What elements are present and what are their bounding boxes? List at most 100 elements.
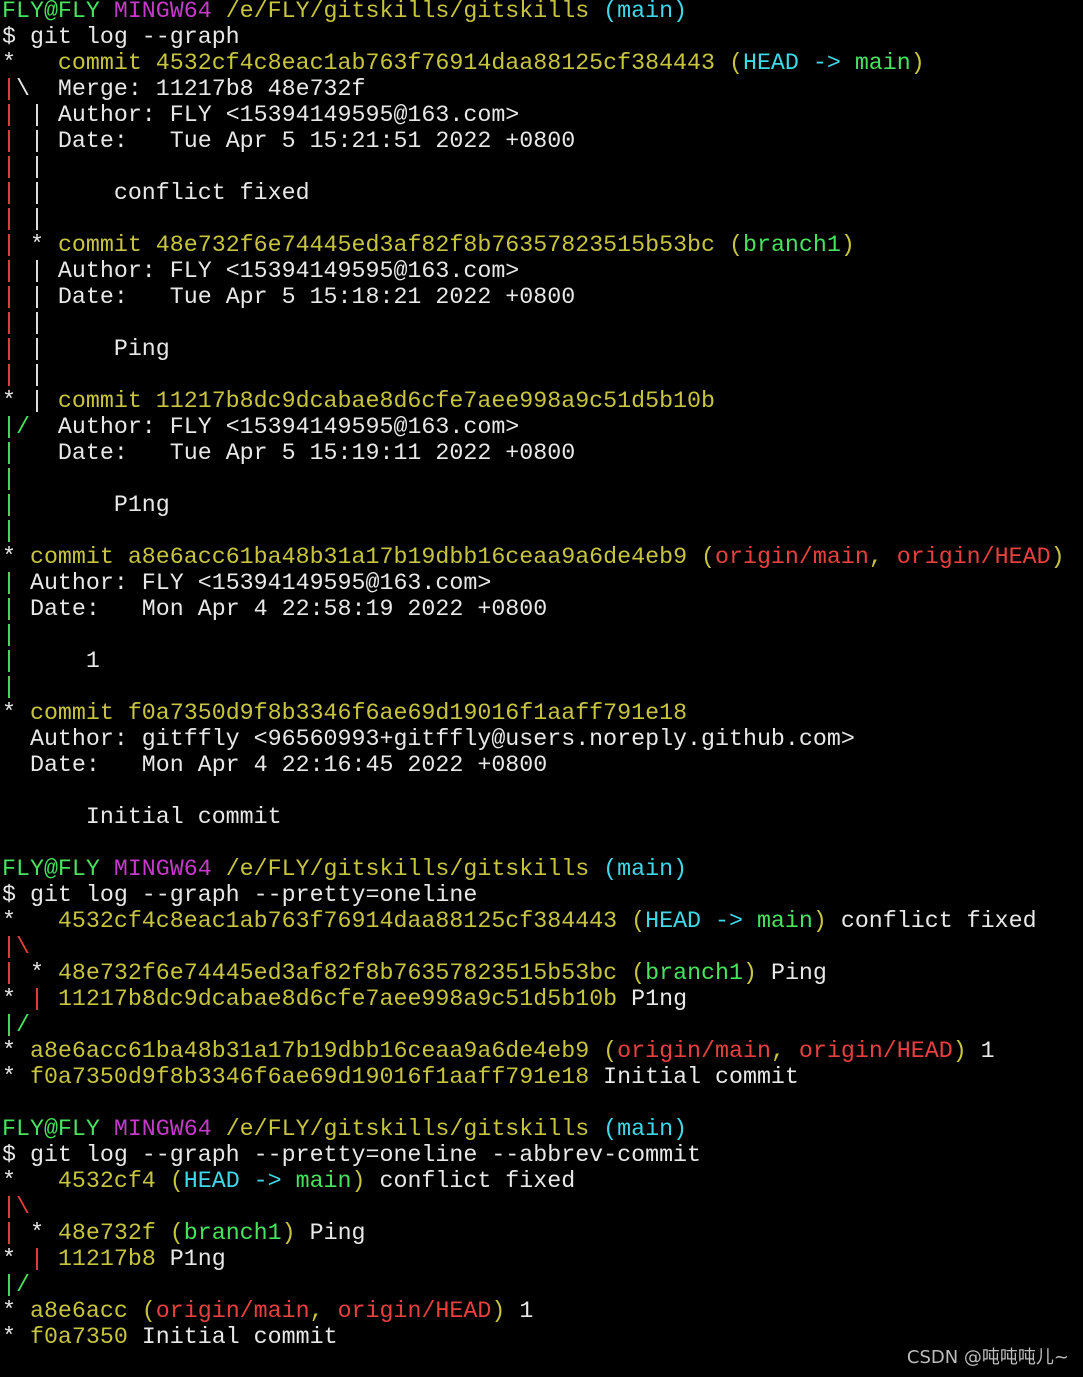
terminal-line: | |	[2, 362, 1083, 388]
terminal-text-segment: HEAD ->	[645, 908, 757, 934]
terminal-text-segment: )	[743, 960, 757, 986]
terminal-line: |/ Author: FLY <15394149595@163.com>	[2, 414, 1083, 440]
terminal-text-segment: 1	[505, 1298, 534, 1324]
terminal-text-segment: *	[2, 1298, 30, 1324]
terminal-line: | Date: Mon Apr 4 22:58:19 2022 +0800	[2, 596, 1083, 622]
terminal-text-segment: Date: Mon Apr 4 22:16:45 2022 +0800	[2, 752, 548, 778]
terminal-text-segment: MINGW64	[113, 1116, 226, 1142]
terminal-text-segment: |	[2, 180, 16, 206]
terminal-text-segment: |\	[2, 934, 30, 960]
terminal-text-segment: |	[2, 310, 16, 336]
terminal-text-segment: FLY@FLY	[2, 0, 114, 24]
terminal-text-segment: |	[29, 986, 44, 1012]
terminal-text-segment: origin/main	[617, 1038, 771, 1064]
terminal-line: | * 48e732f (branch1) Ping	[2, 1220, 1083, 1246]
terminal-text-segment: *	[2, 986, 30, 1012]
terminal-text-segment: f0a7350	[29, 1324, 128, 1350]
terminal-text-segment: HEAD ->	[183, 1168, 296, 1194]
terminal-text-segment: 11217b8	[57, 1246, 156, 1272]
terminal-text-segment: |	[2, 492, 16, 518]
terminal-text-segment: ,	[309, 1298, 338, 1324]
terminal-line: | | conflict fixed	[2, 180, 1083, 206]
terminal-text-segment: |	[2, 960, 16, 986]
terminal-text-segment: P1ng	[155, 1246, 226, 1272]
terminal-line: |	[2, 518, 1083, 544]
terminal-text-segment: \ Merge: 11217b8 48e732f	[15, 76, 366, 102]
terminal-line: FLY@FLY MINGW64 /e/FLY/gitskills/gitskil…	[2, 0, 1083, 24]
terminal-line: |/	[2, 1012, 1083, 1038]
terminal-line: $ git log --graph --pretty=oneline	[2, 882, 1083, 908]
terminal-line: FLY@FLY MINGW64 /e/FLY/gitskills/gitskil…	[2, 856, 1083, 882]
terminal-text-segment: commit 48e732f6e74445ed3af82f8b763578235…	[57, 232, 743, 258]
terminal-text-segment: | Date: Tue Apr 5 15:18:21 2022 +0800	[15, 284, 576, 310]
terminal-text-segment: MINGW64	[113, 0, 226, 24]
terminal-line: |\ Merge: 11217b8 48e732f	[2, 76, 1083, 102]
terminal-text-segment: 1	[15, 648, 100, 674]
terminal-output[interactable]: FLY@FLY MINGW64 /e/FLY/gitskills/gitskil…	[2, 0, 1083, 1350]
terminal-text-segment: |	[2, 440, 16, 466]
terminal-text-segment: *	[2, 1324, 30, 1350]
terminal-line: * a8e6acc (origin/main, origin/HEAD) 1	[2, 1298, 1083, 1324]
terminal-text-segment: (main)	[603, 0, 688, 24]
terminal-text-segment: | conflict fixed	[15, 180, 310, 206]
terminal-text-segment: |	[29, 1246, 44, 1272]
terminal-line: * 4532cf4c8eac1ab763f76914daa88125cf3844…	[2, 908, 1083, 934]
terminal-line: * | 11217b8dc9dcabae8d6cfe7aee998a9c51d5…	[2, 986, 1083, 1012]
terminal-text-segment: )	[281, 1220, 296, 1246]
terminal-text-segment: |	[2, 1220, 16, 1246]
terminal-line: * commit 4532cf4c8eac1ab763f76914daa8812…	[2, 50, 1083, 76]
terminal-text-segment: |/	[2, 1012, 30, 1038]
terminal-text-segment: Ping	[295, 1220, 366, 1246]
terminal-text-segment: | Author: FLY <15394149595@163.com>	[15, 258, 520, 284]
terminal-text-segment: branch1	[183, 1220, 282, 1246]
terminal-text-segment: |	[2, 648, 16, 674]
terminal-text-segment: |/	[2, 414, 30, 440]
terminal-text-segment: main	[756, 908, 813, 934]
terminal-text-segment: conflict fixed	[365, 1168, 576, 1194]
terminal-text-segment: *	[2, 1038, 30, 1064]
terminal-text-segment: Date: Mon Apr 4 22:58:19 2022 +0800	[15, 596, 548, 622]
terminal-line: Author: gitffly <96560993+gitffly@users.…	[2, 726, 1083, 752]
terminal-line: * commit f0a7350d9f8b3346f6ae69d19016f1a…	[2, 700, 1083, 726]
terminal-line: * commit a8e6acc61ba48b31a17b19dbb16ceaa…	[2, 544, 1083, 570]
terminal-text-segment: Date: Tue Apr 5 15:19:11 2022 +0800	[15, 440, 576, 466]
terminal-text-segment: HEAD ->	[742, 50, 855, 76]
terminal-line: | Date: Tue Apr 5 15:19:11 2022 +0800	[2, 440, 1083, 466]
terminal-text-segment: )	[812, 908, 827, 934]
terminal-text-segment: branch1	[742, 232, 841, 258]
terminal-text-segment: main	[295, 1168, 352, 1194]
terminal-text-segment: a8e6acc (	[29, 1298, 156, 1324]
terminal-text-segment: 48e732f (	[57, 1220, 184, 1246]
terminal-text-segment: conflict fixed	[826, 908, 1037, 934]
terminal-line: * a8e6acc61ba48b31a17b19dbb16ceaa9a6de4e…	[2, 1038, 1083, 1064]
terminal-line: * 4532cf4 (HEAD -> main) conflict fixed	[2, 1168, 1083, 1194]
terminal-text-segment: *	[2, 1246, 30, 1272]
terminal-text-segment: origin/main	[715, 544, 869, 570]
terminal-text-segment: |	[2, 674, 16, 700]
terminal-line: |	[2, 466, 1083, 492]
terminal-line: * | commit 11217b8dc9dcabae8d6cfe7aee998…	[2, 388, 1083, 414]
terminal-line: | 1	[2, 648, 1083, 674]
terminal-line: $ git log --graph --pretty=oneline --abb…	[2, 1142, 1083, 1168]
terminal-text-segment: )	[840, 232, 855, 258]
terminal-text-segment: *	[2, 908, 58, 934]
csdn-watermark: CSDN @吨吨吨儿~	[906, 1347, 1069, 1368]
terminal-text-segment: 4532cf4c8eac1ab763f76914daa88125cf384443…	[57, 908, 646, 934]
terminal-text-segment: *	[15, 960, 58, 986]
terminal-text-segment: |	[2, 76, 16, 102]
terminal-text-segment: |	[15, 206, 44, 232]
terminal-text-segment: origin/HEAD	[337, 1298, 492, 1324]
terminal-text-segment: |	[2, 154, 16, 180]
terminal-line: | |	[2, 206, 1083, 232]
terminal-text-segment: a8e6acc61ba48b31a17b19dbb16ceaa9a6de4eb9…	[29, 1038, 618, 1064]
terminal-text-segment: origin/HEAD	[896, 544, 1051, 570]
terminal-text-segment: origin/HEAD	[798, 1038, 953, 1064]
terminal-text-segment: *	[2, 544, 30, 570]
terminal-text-segment: *	[2, 50, 58, 76]
terminal-text-segment: | Ping	[15, 336, 170, 362]
terminal-text-segment: |	[2, 518, 16, 544]
terminal-line: | | Author: FLY <15394149595@163.com>	[2, 258, 1083, 284]
